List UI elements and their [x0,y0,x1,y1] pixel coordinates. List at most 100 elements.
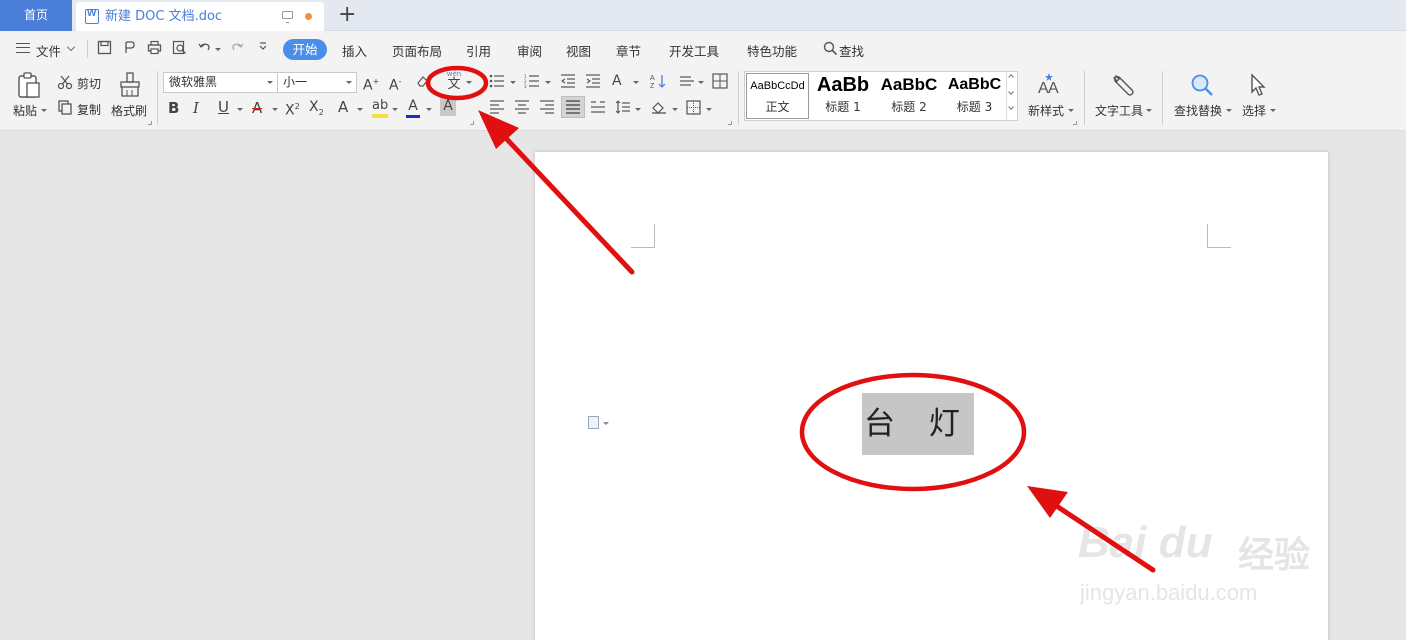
char-shading-icon[interactable]: A [440,98,456,116]
paste-icon[interactable] [16,71,42,99]
numbering-dropdown-icon[interactable] [545,81,551,84]
decrease-indent-icon[interactable] [560,74,576,92]
search-icon[interactable] [822,41,838,57]
menu-tab-insert[interactable]: 插入 [342,41,367,60]
line-spacing-icon[interactable] [615,100,631,118]
menu-search[interactable]: 查找 [839,41,864,60]
text-tools-dropdown-icon[interactable] [1146,109,1152,112]
italic-button[interactable]: I [193,100,199,116]
scissors-icon[interactable] [57,74,73,94]
justify-icon[interactable] [561,96,585,118]
paste-dropdown-icon[interactable] [41,109,47,112]
style-heading-1[interactable]: AaBb 标题 1 [811,72,875,120]
align-right-icon[interactable] [539,100,555,118]
underline-button[interactable]: U [218,99,229,115]
menu-tab-developer[interactable]: 开发工具 [669,41,719,60]
marks-dropdown-icon[interactable] [698,81,704,84]
undo-icon[interactable] [196,40,212,56]
style-gallery-scroll[interactable] [1006,72,1017,120]
align-center-icon[interactable] [514,100,530,118]
new-style-dropdown-icon[interactable] [1068,109,1074,112]
font-color-dropdown-icon[interactable] [426,108,432,111]
paste-button[interactable]: 粘贴 [13,102,37,119]
selected-document-text[interactable]: 台 灯 [862,393,974,455]
print-preview-icon[interactable] [171,40,187,56]
borders-dropdown-icon[interactable] [706,108,712,111]
copy-icon[interactable] [57,99,73,119]
format-painter-button[interactable]: 格式刷 [111,102,147,119]
paragraph-layout-icon[interactable] [588,416,609,429]
new-style-icon[interactable]: AA [1036,71,1062,97]
chevron-down-icon[interactable] [1008,89,1014,95]
select-dropdown-icon[interactable] [1270,109,1276,112]
customize-toolbar-icon[interactable] [255,40,271,56]
clear-format-icon[interactable] [416,74,430,92]
text-effect-dropdown-icon[interactable] [357,108,363,111]
undo-dropdown-icon[interactable] [215,48,221,51]
find-replace-icon[interactable] [1189,72,1215,98]
format-painter-icon[interactable] [118,72,142,98]
redo-icon[interactable] [229,40,245,56]
select-button[interactable]: 选择 [1242,102,1266,119]
cursor-select-icon[interactable] [1247,72,1269,98]
menu-tab-special[interactable]: 特色功能 [747,41,797,60]
menu-file[interactable]: 文件 [36,41,61,60]
shrink-font-icon[interactable]: A- [389,74,401,94]
line-spacing-dropdown-icon[interactable] [635,108,641,111]
chevron-up-icon[interactable] [1008,74,1014,80]
menu-tab-chapter[interactable]: 章节 [616,41,641,60]
align-left-icon[interactable] [489,100,505,118]
text-tools-button[interactable]: 文字工具 [1095,102,1143,119]
hamburger-menu-icon[interactable] [16,43,30,53]
bullet-dropdown-icon[interactable] [510,81,516,84]
char-scale-icon[interactable]: A [612,73,622,89]
menu-tab-start[interactable]: 开始 [283,39,327,60]
superscript-icon[interactable]: X2 [285,99,300,119]
group-launcher-icon[interactable] [728,121,732,125]
distribute-icon[interactable] [590,100,606,118]
more-styles-icon[interactable] [1008,104,1014,110]
menu-tab-view[interactable]: 视图 [566,41,591,60]
text-effect-icon[interactable]: A [338,99,348,115]
strikethrough-icon[interactable]: A [252,100,262,116]
tab-home[interactable]: 首页 [0,0,72,31]
style-normal[interactable]: AaBbCcDd 正文 [746,73,809,119]
highlight-icon[interactable]: ab [372,98,389,118]
wrench-icon[interactable] [1110,72,1136,98]
numbered-list-icon[interactable]: 123 [524,74,540,92]
new-style-button[interactable]: 新样式 [1028,102,1064,119]
shading-dropdown-icon[interactable] [672,108,678,111]
menu-tab-review[interactable]: 审阅 [517,41,542,60]
font-name-select[interactable]: 微软雅黑 [163,72,278,93]
underline-dropdown-icon[interactable] [237,108,243,111]
menu-tab-page-layout[interactable]: 页面布局 [392,41,442,60]
chevron-down-icon[interactable] [66,42,76,52]
shading-icon[interactable] [651,100,667,118]
group-launcher-icon[interactable] [1073,121,1077,125]
show-hide-marks-icon[interactable] [679,74,695,92]
sort-icon[interactable]: AZ [650,73,666,93]
borders-icon[interactable] [686,100,701,119]
new-tab-button[interactable]: + [338,2,356,28]
char-scale-dropdown-icon[interactable] [633,81,639,84]
find-replace-button[interactable]: 查找替换 [1174,102,1222,119]
phonetic-guide-dropdown-icon[interactable] [466,81,472,84]
find-replace-dropdown-icon[interactable] [1226,109,1232,112]
group-launcher-icon[interactable] [470,121,474,125]
output-icon[interactable] [121,40,137,56]
font-size-select[interactable]: 小一 [277,72,357,93]
bullet-list-icon[interactable] [489,74,505,92]
font-color-icon[interactable]: A [406,98,420,118]
menu-tab-references[interactable]: 引用 [466,41,491,60]
subscript-icon[interactable]: X2 [309,99,324,121]
increase-indent-icon[interactable] [585,74,601,92]
tab-document[interactable]: 新建 DOC 文档.doc [76,2,324,31]
group-launcher-icon[interactable] [148,121,152,125]
style-heading-3[interactable]: AaBbC 标题 3 [943,72,1006,120]
print-icon[interactable] [146,40,162,56]
style-heading-2[interactable]: AaBbC 标题 2 [877,72,941,120]
strikethrough-dropdown-icon[interactable] [272,108,278,111]
phonetic-guide-button[interactable]: wén 文 [444,70,464,91]
table-grid-icon[interactable] [712,73,728,93]
grow-font-icon[interactable]: A+ [363,74,379,94]
